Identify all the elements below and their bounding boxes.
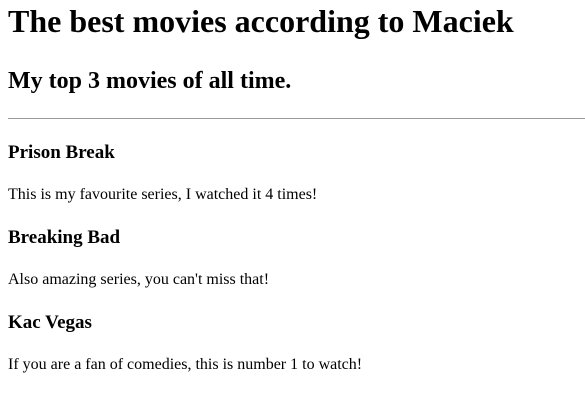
movie-title-prison-break: Prison Break (8, 142, 115, 163)
movie-title-kac-vegas: Kac Vegas (8, 312, 92, 333)
page-subtitle: My top 3 movies of all time. (8, 68, 292, 94)
divider (8, 118, 585, 119)
page-title: The best movies according to Maciek (8, 3, 514, 39)
movie-title-breaking-bad: Breaking Bad (8, 227, 121, 248)
movie-description-kac-vegas: If you are a fan of comedies, this is nu… (8, 356, 363, 373)
page: The best movies according to Maciek My t… (0, 0, 585, 402)
movie-description-prison-break: This is my favourite series, I watched i… (8, 186, 318, 203)
movie-description-breaking-bad: Also amazing series, you can't miss that… (8, 271, 270, 288)
